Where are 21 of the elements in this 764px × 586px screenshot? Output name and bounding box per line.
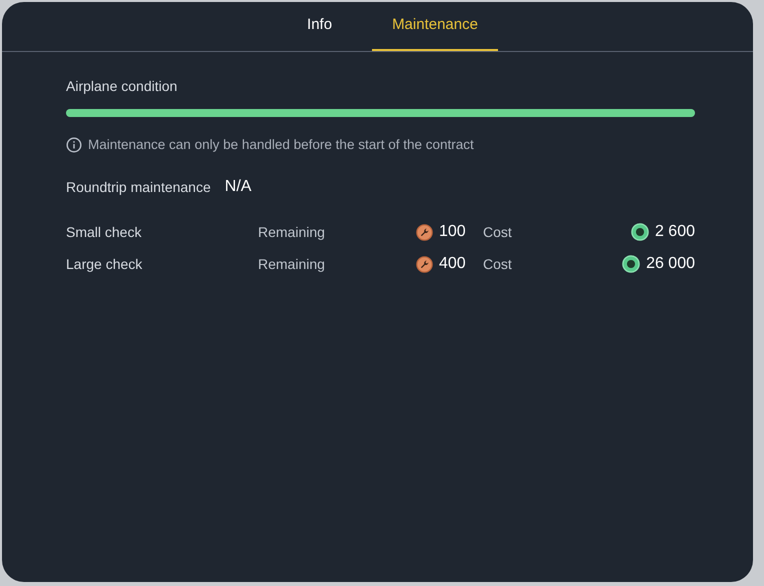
remaining-label: Remaining bbox=[258, 254, 326, 274]
cost-value: 26 000 bbox=[646, 254, 695, 274]
coin-icon bbox=[622, 255, 640, 274]
wrench-coin-icon bbox=[416, 256, 433, 273]
cost-label: Cost bbox=[483, 222, 512, 242]
remaining-value: 400 bbox=[438, 254, 467, 274]
check-name: Small check bbox=[66, 222, 142, 242]
coin-icon bbox=[630, 223, 649, 242]
remaining-value: 100 bbox=[438, 222, 467, 242]
roundtrip-label: Roundtrip maintenance bbox=[66, 178, 211, 197]
condition-label: Airplane condition bbox=[66, 77, 178, 96]
tab[interactable]: Info bbox=[287, 2, 352, 51]
tab[interactable]: Maintenance bbox=[372, 2, 498, 51]
remaining-label: Remaining bbox=[258, 222, 326, 242]
cost-label: Cost bbox=[483, 254, 512, 274]
roundtrip-value: N/A bbox=[224, 177, 252, 198]
wrench-coin-icon bbox=[416, 224, 433, 241]
notice-text: Maintenance can only be handled before the start of the contract bbox=[88, 136, 474, 154]
info-icon bbox=[66, 137, 82, 154]
cost-value: 2 600 bbox=[654, 222, 695, 242]
check-name: Large check bbox=[66, 254, 144, 274]
